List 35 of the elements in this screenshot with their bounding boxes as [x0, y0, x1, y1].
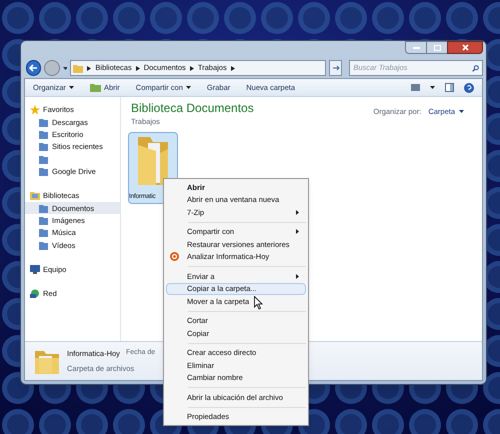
maximize-icon	[434, 44, 440, 50]
close-button[interactable]	[447, 41, 483, 54]
submenu-arrow-icon	[296, 229, 299, 234]
library-title: Biblioteca Documentos	[131, 101, 254, 115]
back-button[interactable]	[26, 60, 42, 76]
submenu-arrow-icon	[296, 274, 299, 279]
breadcrumb-arrow-icon	[87, 66, 92, 70]
search-icon	[472, 64, 479, 72]
network-icon	[30, 289, 40, 298]
scan-icon	[170, 252, 179, 262]
help-icon[interactable]	[464, 82, 474, 92]
maximize-button[interactable]	[427, 41, 447, 54]
minimize-button[interactable]	[405, 41, 427, 54]
close-icon	[462, 44, 468, 51]
folder-icon	[90, 84, 101, 92]
breadcrumb-arrow-icon	[230, 66, 235, 70]
caret-icon	[68, 86, 74, 89]
computer-icon	[30, 265, 40, 274]
dropdown-caret-icon	[62, 66, 68, 70]
breadcrumb-arrow-icon	[190, 66, 194, 70]
caret-icon	[186, 86, 191, 89]
minimize-icon	[412, 46, 420, 48]
folder-icon	[73, 64, 84, 72]
refresh-button[interactable]	[328, 60, 342, 76]
caret-icon	[459, 110, 464, 114]
preview-pane-icon[interactable]	[445, 83, 454, 92]
mouse-cursor-icon	[254, 296, 263, 310]
refresh-icon	[332, 65, 340, 71]
back-arrow-icon	[29, 64, 38, 72]
submenu-arrow-icon	[296, 210, 299, 215]
breadcrumb-arrow-icon	[136, 66, 140, 70]
library-icon	[30, 191, 40, 200]
caret-icon[interactable]	[430, 86, 435, 89]
folder-icon	[35, 348, 59, 374]
star-icon	[30, 105, 40, 115]
